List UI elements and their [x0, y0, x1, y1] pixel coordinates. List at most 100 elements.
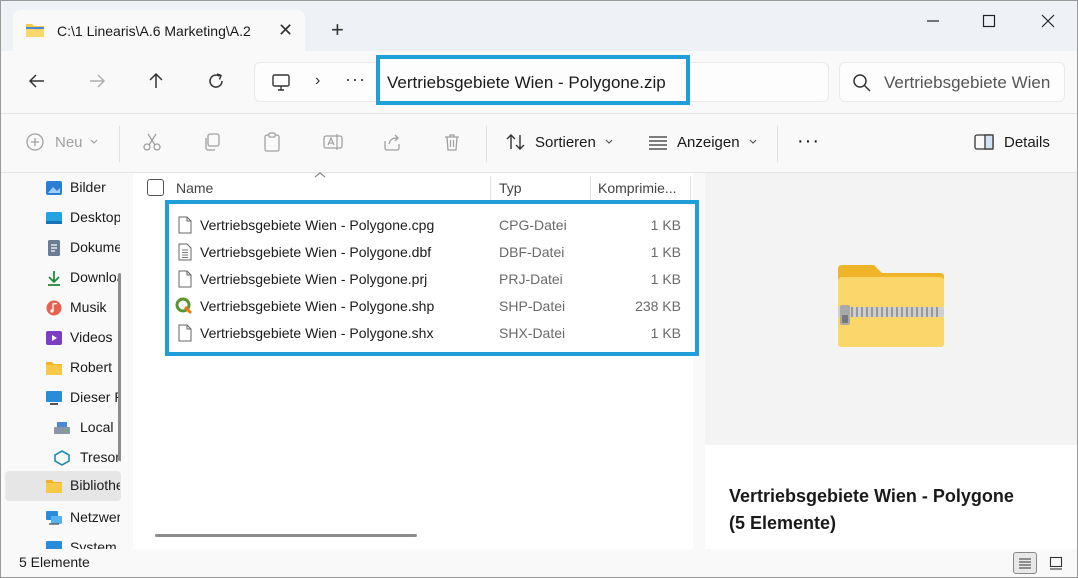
- clipboard-icon: [264, 132, 280, 152]
- share-icon: [384, 134, 400, 151]
- monitor-icon: [272, 74, 290, 91]
- list-view-icon: [1019, 558, 1031, 569]
- chevron-down-icon: [749, 139, 756, 144]
- breadcrumb-more[interactable]: ···: [345, 69, 366, 90]
- sidebar-item-dokumente[interactable]: Dokumente: [5, 233, 121, 263]
- new-button[interactable]: Neu: [25, 132, 99, 152]
- sidebar-item-label: Videos: [70, 329, 113, 345]
- arrow-up-icon: [149, 72, 163, 88]
- folder-icon: [26, 24, 44, 37]
- folder-icon: [46, 362, 62, 375]
- sidebar-item-local[interactable]: Local: [5, 413, 121, 443]
- library-icon: [46, 480, 62, 493]
- minimize-button[interactable]: [921, 9, 945, 33]
- sidebar-item-system[interactable]: System: [5, 533, 121, 549]
- sidebar-item-desktop[interactable]: Desktop: [5, 203, 121, 233]
- copy-button[interactable]: [202, 132, 222, 152]
- details-button-label: Details: [1004, 133, 1050, 151]
- tab-close-icon[interactable]: ✕: [278, 20, 293, 40]
- back-button[interactable]: [24, 68, 50, 94]
- breadcrumb-current-label: Vertriebsgebiete Wien - Polygone.zip: [387, 73, 666, 92]
- trash-icon: [445, 134, 459, 151]
- chevron-down-icon: [90, 139, 97, 144]
- tiles-view-button[interactable]: [1044, 552, 1068, 574]
- column-header-type[interactable]: Typ: [499, 173, 522, 203]
- sidebar-item-dieser-pc[interactable]: Dieser PC: [5, 383, 121, 413]
- close-window-button[interactable]: [1036, 9, 1060, 33]
- rename-icon: [323, 134, 343, 150]
- sidebar-item-musik[interactable]: Musik: [5, 293, 121, 323]
- minimize-icon: [927, 20, 939, 22]
- details-view-button[interactable]: [1013, 552, 1037, 574]
- column-header-compressed[interactable]: Komprimie...: [598, 173, 677, 203]
- details-title: Vertriebsgebiete Wien - Polygone (5 Elem…: [729, 483, 1059, 537]
- toolbar-separator: [119, 126, 120, 162]
- tab-current[interactable]: C:\1 Linearis\A.6 Marketing\A.2 ✕: [13, 10, 305, 51]
- sidebar-scrollbar[interactable]: [118, 273, 121, 461]
- sidebar-item-label: Musik: [70, 299, 107, 315]
- sidebar-item-label: Robert: [70, 359, 113, 375]
- details-pane-icon: [974, 134, 994, 150]
- network-icon: [46, 511, 62, 525]
- files-highlight-frame: [165, 200, 699, 356]
- more-options-button[interactable]: ···: [797, 130, 820, 153]
- sidebar-item-label: Dieser PC: [70, 389, 120, 405]
- sidebar-item-tresorit[interactable]: Tresorit: [5, 443, 121, 473]
- share-button[interactable]: [382, 132, 402, 152]
- details-button[interactable]: Details: [973, 132, 1050, 152]
- maximize-icon: [982, 14, 996, 28]
- horizontal-scrollbar[interactable]: [155, 534, 417, 537]
- sidebar-item-label: Dokumente: [70, 239, 120, 255]
- search-box[interactable]: Vertriebsgebiete Wien: [839, 62, 1065, 102]
- breadcrumb-current[interactable]: Vertriebsgebiete Wien - Polygone.zip: [376, 55, 690, 105]
- chevron-down-icon: [605, 139, 613, 144]
- sort-icon: [506, 134, 525, 150]
- sidebar-item-label: Desktop: [70, 209, 120, 225]
- paste-button[interactable]: [262, 132, 282, 152]
- maximize-button[interactable]: [977, 9, 1001, 33]
- sidebar-item-bilder[interactable]: Bilder: [5, 173, 121, 203]
- search-input[interactable]: Vertriebsgebiete Wien: [884, 73, 1064, 93]
- column-header-name[interactable]: Name: [176, 173, 213, 203]
- tab-title: C:\1 Linearis\A.6 Marketing\A.2: [57, 23, 251, 39]
- sidebar-item-label: Tresorit: [80, 449, 121, 465]
- view-button[interactable]: Anzeigen: [647, 132, 758, 152]
- arrow-right-icon: [90, 74, 106, 88]
- delete-button[interactable]: [442, 132, 462, 152]
- toolbar-separator: [486, 126, 487, 162]
- select-all-checkbox[interactable]: [147, 179, 164, 196]
- drive-icon: [54, 422, 70, 434]
- sidebar-item-robert[interactable]: Robert: [5, 353, 121, 383]
- up-button[interactable]: [143, 68, 169, 94]
- refresh-icon: [209, 73, 223, 88]
- column-separator[interactable]: [590, 176, 591, 200]
- column-separator[interactable]: [490, 176, 491, 200]
- status-bar: 5 Elemente: [1, 549, 1077, 577]
- details-title-name: Vertriebsgebiete Wien - Polygone: [729, 486, 1014, 506]
- refresh-button[interactable]: [203, 68, 229, 94]
- close-icon: [1041, 14, 1055, 28]
- details-pane: Vertriebsgebiete Wien - Polygone (5 Elem…: [705, 173, 1077, 549]
- rename-button[interactable]: [322, 132, 344, 152]
- cut-button[interactable]: [142, 132, 162, 152]
- downloads-icon: [48, 271, 60, 286]
- navigation-pane: Bilder Desktop Dokumente Downloads Musik…: [1, 173, 129, 549]
- tresorit-icon: [54, 450, 70, 466]
- forward-button[interactable]: [84, 68, 110, 94]
- videos-icon: [46, 331, 62, 345]
- zip-folder-icon: [838, 265, 944, 347]
- arrow-left-icon: [28, 74, 44, 88]
- sidebar-item-bibliotheken[interactable]: Bibliotheken: [5, 471, 121, 501]
- preview-area: [705, 173, 1077, 445]
- desktop-icon: [46, 212, 62, 224]
- sidebar-item-label: Bilder: [70, 179, 106, 195]
- breadcrumb-chevron[interactable]: ›: [315, 72, 320, 90]
- column-separator[interactable]: [690, 176, 691, 200]
- pc-icon: [46, 391, 62, 405]
- sidebar-item-netzwerk[interactable]: Netzwerk: [5, 503, 121, 533]
- plus-circle-icon: [26, 133, 44, 151]
- sort-button[interactable]: Sortieren: [505, 132, 614, 152]
- sidebar-item-videos[interactable]: Videos: [5, 323, 121, 353]
- sidebar-item-downloads[interactable]: Downloads: [5, 263, 121, 293]
- new-tab-button[interactable]: +: [331, 19, 344, 41]
